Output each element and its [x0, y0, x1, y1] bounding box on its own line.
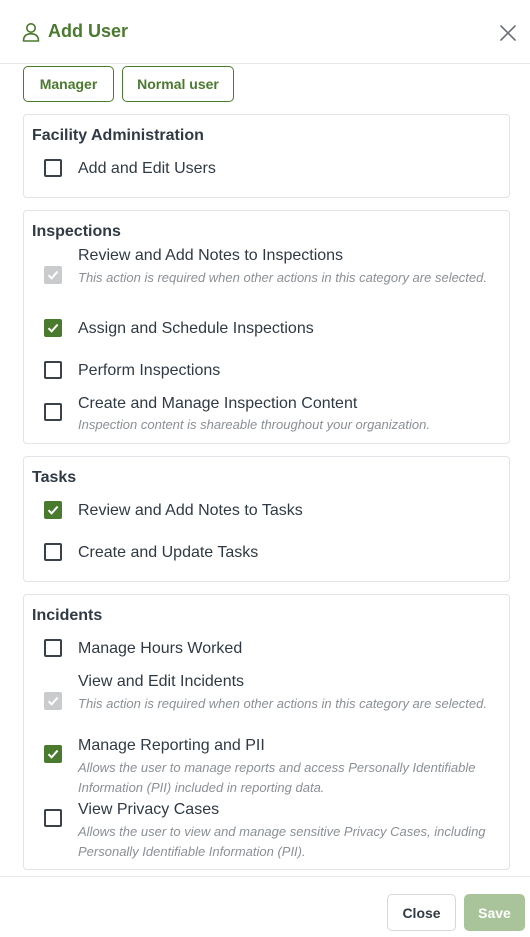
- checkbox-checked[interactable]: [44, 745, 62, 763]
- checkbox-disabled: [44, 266, 62, 284]
- tasks-section: Tasks Review and Add Notes to Tasks Crea…: [23, 456, 510, 582]
- section-title: Tasks: [32, 469, 77, 486]
- incidents-section: Incidents Manage Hours Worked View and E…: [23, 594, 510, 870]
- permission-label: Add and Edit Users: [78, 160, 216, 177]
- inspections-section: Inspections Review and Add Notes to Insp…: [23, 210, 510, 444]
- permission-label: Manage Hours Worked: [78, 640, 243, 657]
- checkbox-checked[interactable]: [44, 501, 62, 519]
- section-title: Incidents: [32, 607, 103, 624]
- permission-assign-schedule-inspections[interactable]: Assign and Schedule Inspections: [24, 319, 509, 339]
- permission-label: Create and Manage Inspection Content: [78, 395, 358, 412]
- modal-title: Add User: [48, 21, 129, 41]
- user-icon: [22, 23, 40, 42]
- checkbox[interactable]: [44, 809, 62, 827]
- permission-label: Manage Reporting and PII: [78, 737, 265, 754]
- save-button[interactable]: Save: [464, 894, 525, 931]
- section-title: Facility Administration: [32, 127, 204, 144]
- permission-description: Allows the user to manage reports and ac…: [78, 760, 476, 795]
- permission-create-update-tasks[interactable]: Create and Update Tasks: [24, 543, 509, 563]
- permission-view-privacy-cases[interactable]: View Privacy Cases Allows the user to vi…: [24, 799, 509, 861]
- checkbox[interactable]: [44, 159, 62, 177]
- permission-description: Allows the user to view and manage sensi…: [78, 824, 486, 859]
- permission-view-edit-incidents[interactable]: View and Edit Incidents This action is r…: [24, 671, 509, 733]
- checkbox-disabled: [44, 692, 62, 710]
- check-icon: [47, 505, 59, 515]
- modal-footer: Close Save: [0, 876, 530, 937]
- checkbox-checked[interactable]: [44, 319, 62, 337]
- permission-label: Assign and Schedule Inspections: [78, 320, 314, 337]
- permission-review-notes-inspections[interactable]: Review and Add Notes to Inspections This…: [24, 245, 509, 307]
- permission-label: Review and Add Notes to Inspections: [78, 247, 344, 264]
- permission-add-edit-users[interactable]: Add and Edit Users: [24, 159, 509, 179]
- permission-label: Review and Add Notes to Tasks: [78, 502, 303, 519]
- check-icon: [47, 270, 59, 280]
- close-button[interactable]: Close: [387, 894, 456, 931]
- permission-label: Perform Inspections: [78, 362, 221, 379]
- checkbox[interactable]: [44, 403, 62, 421]
- checkbox[interactable]: [44, 639, 62, 657]
- modal-header: Add User: [0, 0, 530, 64]
- permission-label: Create and Update Tasks: [78, 544, 259, 561]
- check-icon: [47, 749, 59, 759]
- permissions-scroll-area[interactable]: Manager Normal user Facility Administrat…: [0, 64, 530, 876]
- permission-description: Inspection content is shareable througho…: [78, 417, 430, 432]
- checkbox[interactable]: [44, 361, 62, 379]
- permission-description: This action is required when other actio…: [78, 696, 487, 711]
- permission-review-notes-tasks[interactable]: Review and Add Notes to Tasks: [24, 501, 509, 521]
- permission-create-manage-inspection-content[interactable]: Create and Manage Inspection Content Ins…: [24, 393, 509, 435]
- check-icon: [47, 323, 59, 333]
- check-icon: [47, 696, 59, 706]
- permission-description: This action is required when other actio…: [78, 270, 487, 285]
- permission-label: View Privacy Cases: [78, 801, 220, 818]
- permission-manage-reporting-pii[interactable]: Manage Reporting and PII Allows the user…: [24, 735, 509, 797]
- manager-role-button[interactable]: Manager: [23, 66, 114, 102]
- permission-perform-inspections[interactable]: Perform Inspections: [24, 361, 509, 381]
- facility-administration-section: Facility Administration Add and Edit Use…: [23, 114, 510, 198]
- permission-manage-hours-worked[interactable]: Manage Hours Worked: [24, 639, 509, 659]
- permission-label: View and Edit Incidents: [78, 673, 245, 690]
- checkbox[interactable]: [44, 543, 62, 561]
- section-title: Inspections: [32, 223, 121, 240]
- normal-user-role-button[interactable]: Normal user: [122, 66, 234, 102]
- close-icon[interactable]: [496, 21, 520, 45]
